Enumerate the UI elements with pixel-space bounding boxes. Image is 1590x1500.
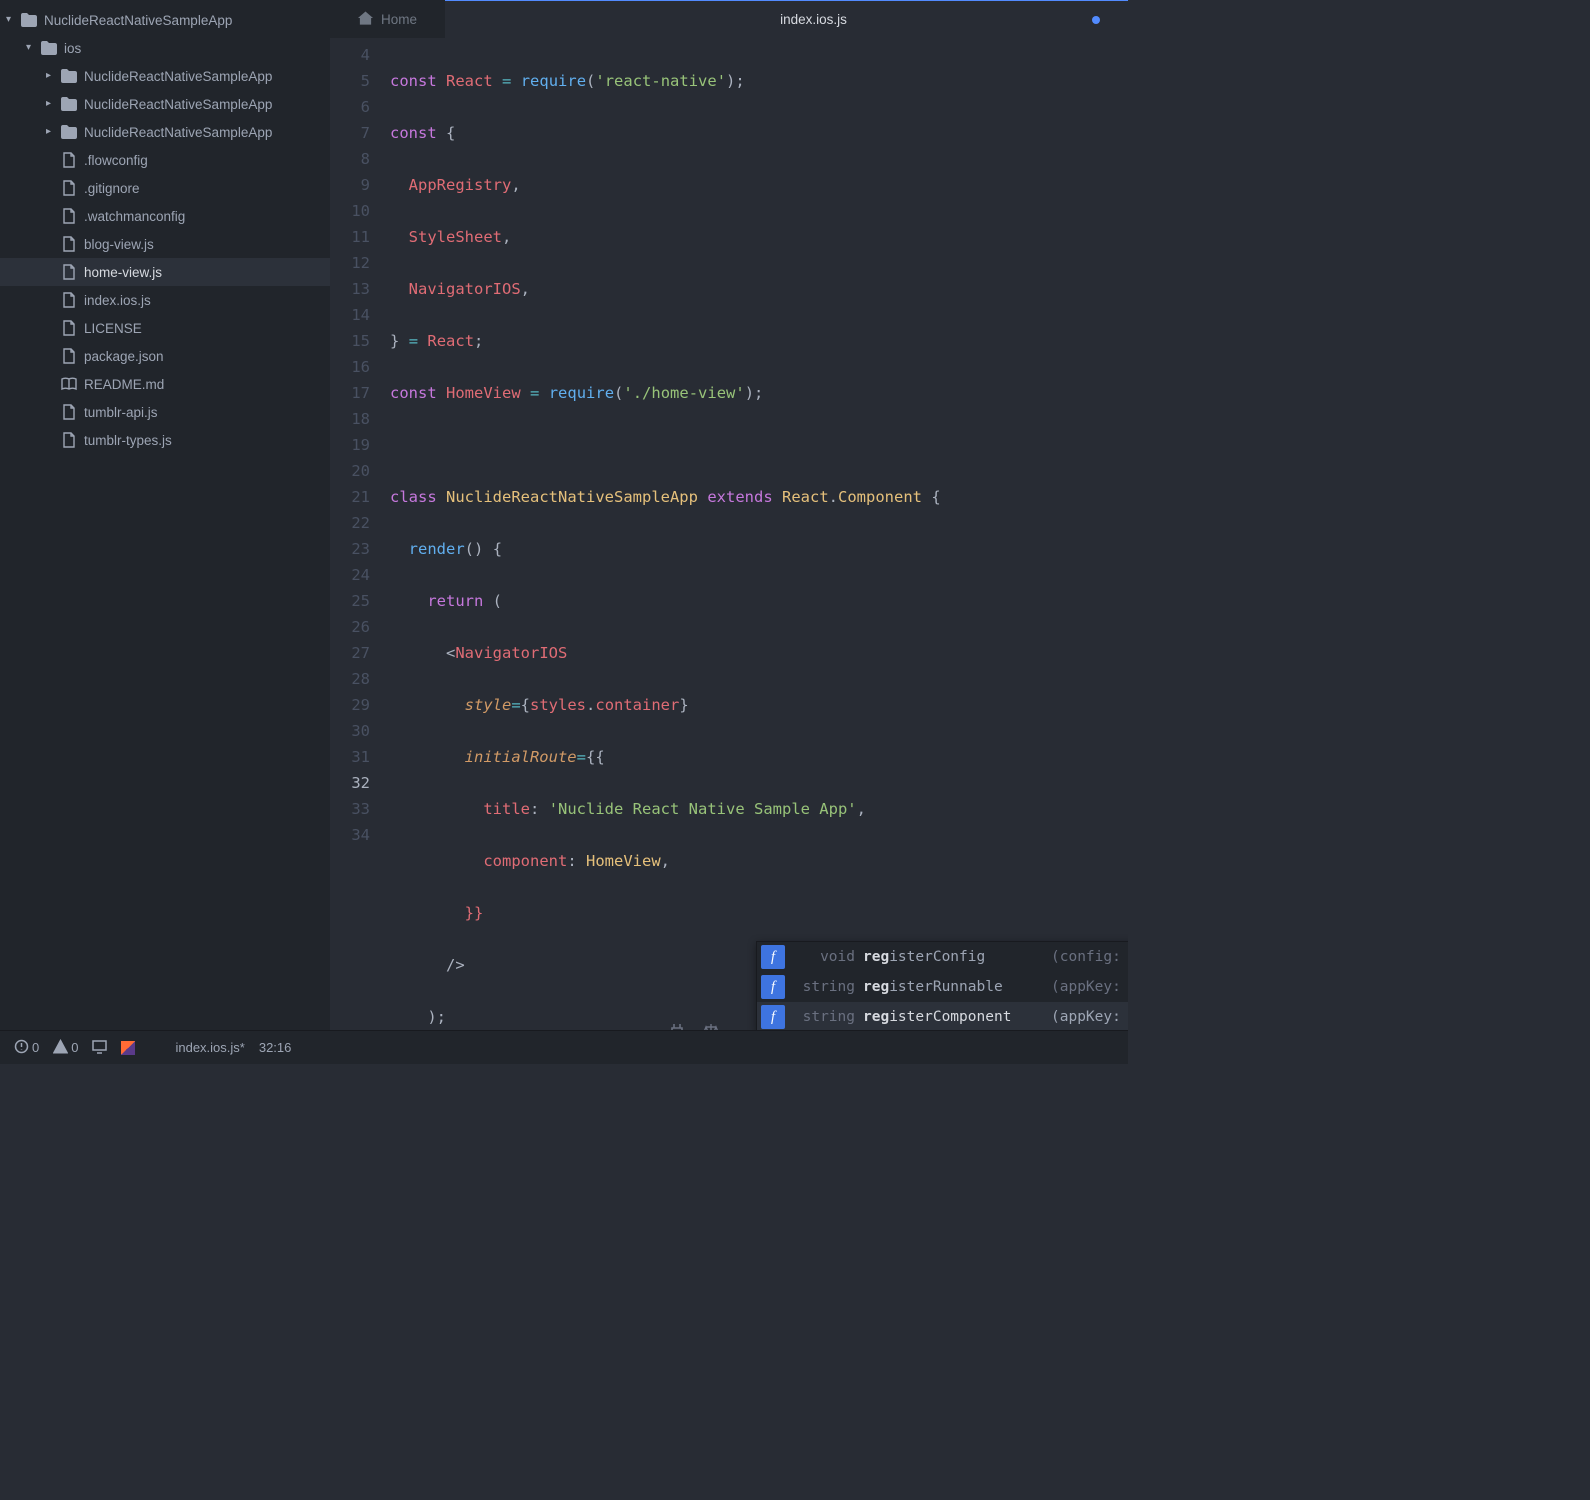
monitor-icon[interactable]: [92, 1039, 107, 1057]
ac-return-type: string: [795, 1004, 863, 1030]
ac-signature: (appKey: string,…: [1051, 974, 1128, 1000]
tree-label: index.ios.js: [84, 293, 151, 308]
scales-icon[interactable]: [702, 1022, 720, 1030]
error-icon: [14, 1039, 29, 1057]
tab-bar: Home index.ios.js: [330, 0, 1128, 38]
ac-return-type: string: [795, 974, 863, 1000]
folder-icon: [20, 11, 38, 29]
tree-label: .gitignore: [84, 181, 140, 196]
folder-icon: [60, 95, 78, 113]
file-icon: [60, 431, 78, 449]
status-bar: 0 0 index.ios.js* 32:16: [0, 1030, 1128, 1064]
book-icon: [60, 375, 78, 393]
ac-name: registerComponent: [863, 1004, 1051, 1030]
chevron-right-icon: ▸: [46, 126, 58, 137]
tree-folder-ios[interactable]: ▾ ios: [0, 34, 330, 62]
file-icon: [60, 291, 78, 309]
file-icon: [60, 347, 78, 365]
tree-folder-collapsed[interactable]: ▸ NuclideReactNativeSampleApp: [0, 90, 330, 118]
file-icon: [60, 151, 78, 169]
folder-icon: [60, 123, 78, 141]
tree-file-flowconfig[interactable]: .flowconfig: [0, 146, 330, 174]
tree-label: tumblr-types.js: [84, 433, 172, 448]
folder-icon: [60, 67, 78, 85]
tree-file-tumblrapi[interactable]: tumblr-api.js: [0, 398, 330, 426]
tree-folder-collapsed[interactable]: ▸ NuclideReactNativeSampleApp: [0, 118, 330, 146]
dirty-indicator-icon: [1092, 16, 1100, 24]
home-icon: [358, 11, 373, 28]
file-icon: [60, 179, 78, 197]
line-gutter: 456 789 101112 131415 161718 192021 2223…: [330, 38, 384, 1030]
tree-file-watchman[interactable]: .watchmanconfig: [0, 202, 330, 230]
autocomplete-popup[interactable]: f void registerConfig (config: ) f strin…: [756, 941, 1128, 1030]
ac-name: registerRunnable: [863, 974, 1051, 1000]
tab-label: index.ios.js: [780, 12, 847, 27]
tree-file-tumblrtypes[interactable]: tumblr-types.js: [0, 426, 330, 454]
tree-label: LICENSE: [84, 321, 142, 336]
tree-label: tumblr-api.js: [84, 405, 158, 420]
tree-file-blogview[interactable]: blog-view.js: [0, 230, 330, 258]
file-icon: [60, 207, 78, 225]
tree-label: ios: [64, 41, 81, 56]
tab-active-file[interactable]: index.ios.js: [445, 0, 1128, 38]
file-icon: [60, 319, 78, 337]
tab-label: Home: [381, 12, 417, 27]
plug-icon[interactable]: [668, 1022, 686, 1030]
tree-label: NuclideReactNativeSampleApp: [84, 69, 272, 84]
autocomplete-item-selected[interactable]: f string registerComponent (appKey: stri…: [757, 1002, 1128, 1030]
tree-label: NuclideReactNativeSampleApp: [84, 125, 272, 140]
code-editor[interactable]: 456 789 101112 131415 161718 192021 2223…: [330, 38, 1128, 1030]
tree-label: package.json: [84, 349, 164, 364]
ac-signature: (appKey: string,…: [1051, 1004, 1128, 1030]
tree-label: blog-view.js: [84, 237, 154, 252]
tree-file-package[interactable]: package.json: [0, 342, 330, 370]
chevron-right-icon: ▸: [46, 70, 58, 81]
tree-file-indexios[interactable]: index.ios.js: [0, 286, 330, 314]
autocomplete-item[interactable]: f string registerRunnable (appKey: strin…: [757, 972, 1128, 1002]
function-badge-icon: f: [761, 945, 785, 969]
code-source[interactable]: const React = require('react-native'); c…: [384, 38, 1128, 1030]
tree-label: .flowconfig: [84, 153, 148, 168]
file-tree[interactable]: ▾ NuclideReactNativeSampleApp ▾ ios ▸ Nu…: [0, 0, 330, 1030]
status-cursor-position[interactable]: 32:16: [259, 1040, 292, 1055]
tree-file-license[interactable]: LICENSE: [0, 314, 330, 342]
warning-count[interactable]: 0: [53, 1039, 78, 1057]
folder-icon: [40, 39, 58, 57]
function-badge-icon: f: [761, 975, 785, 999]
ac-signature: (config: ): [1051, 944, 1128, 970]
error-count[interactable]: 0: [14, 1039, 39, 1057]
file-icon: [60, 403, 78, 421]
tree-label: .watchmanconfig: [84, 209, 185, 224]
tree-folder-collapsed[interactable]: ▸ NuclideReactNativeSampleApp: [0, 62, 330, 90]
chevron-down-icon: ▾: [6, 14, 18, 25]
file-icon: [60, 235, 78, 253]
flame-icon[interactable]: [121, 1041, 135, 1055]
file-icon: [60, 263, 78, 281]
tree-label: home-view.js: [84, 265, 162, 280]
tree-label: NuclideReactNativeSampleApp: [84, 97, 272, 112]
tree-root-label: NuclideReactNativeSampleApp: [44, 13, 232, 28]
ac-name: registerConfig: [863, 944, 1051, 970]
ac-return-type: void: [795, 944, 863, 970]
tree-file-gitignore[interactable]: .gitignore: [0, 174, 330, 202]
chevron-down-icon: ▾: [26, 42, 38, 53]
editor-toolbar: [668, 1022, 720, 1030]
function-badge-icon: f: [761, 1005, 785, 1029]
warning-icon: [53, 1039, 68, 1057]
tree-root[interactable]: ▾ NuclideReactNativeSampleApp: [0, 6, 330, 34]
tree-file-homeview[interactable]: home-view.js: [0, 258, 330, 286]
tab-home[interactable]: Home: [330, 0, 445, 38]
autocomplete-item[interactable]: f void registerConfig (config: ): [757, 942, 1128, 972]
tree-label: README.md: [84, 377, 164, 392]
chevron-right-icon: ▸: [46, 98, 58, 109]
tree-file-readme[interactable]: README.md: [0, 370, 330, 398]
status-file-name[interactable]: index.ios.js*: [175, 1040, 244, 1055]
